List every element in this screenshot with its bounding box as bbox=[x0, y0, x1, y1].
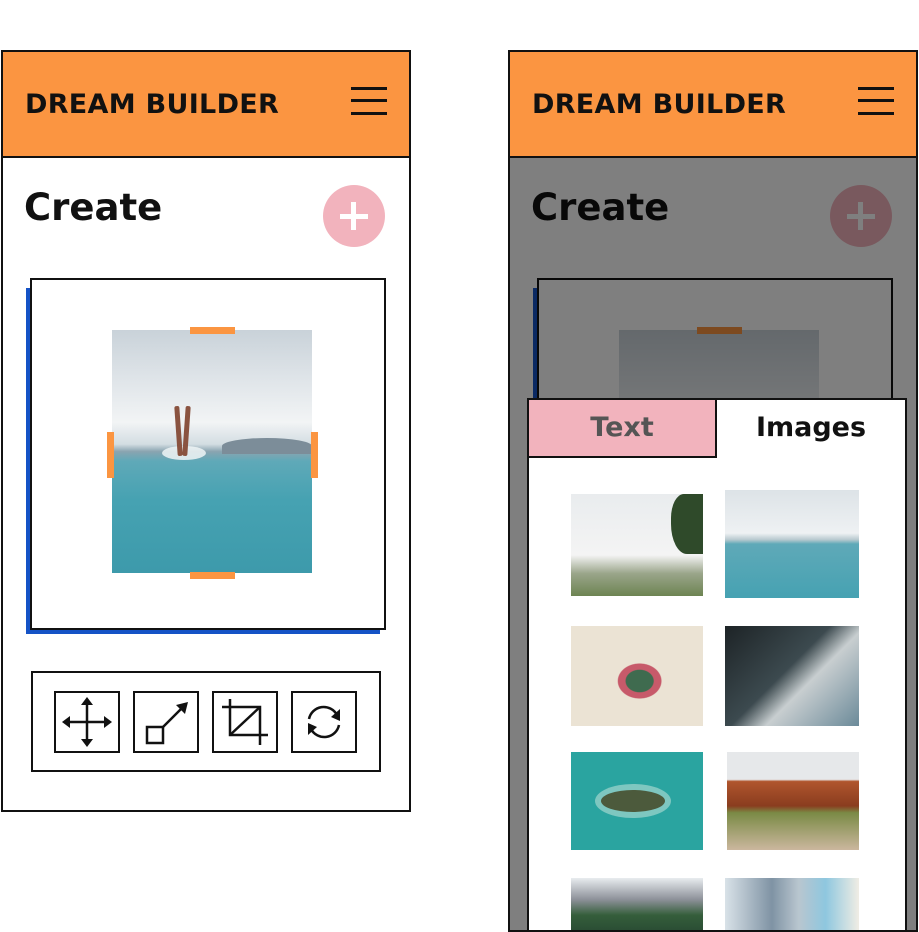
image-picker-screen: DREAM BUILDER Create Text Images bbox=[508, 50, 918, 932]
image-thumb-island[interactable] bbox=[571, 752, 703, 850]
tab-text[interactable]: Text bbox=[529, 400, 717, 458]
menu-icon[interactable] bbox=[858, 87, 894, 117]
crop-handle-right[interactable] bbox=[311, 432, 318, 478]
canvas-photo[interactable] bbox=[112, 330, 312, 573]
app-header: DREAM BUILDER bbox=[510, 52, 916, 158]
app-header: DREAM BUILDER bbox=[3, 52, 409, 158]
image-thumb-coastal-city[interactable] bbox=[725, 878, 859, 930]
image-thumb-white-house[interactable] bbox=[571, 494, 703, 596]
move-tool-button[interactable] bbox=[54, 691, 120, 753]
tab-images[interactable]: Images bbox=[717, 400, 905, 456]
resize-diagonal-icon bbox=[145, 702, 188, 745]
image-thumb-swimmer[interactable] bbox=[725, 490, 859, 598]
menu-icon[interactable] bbox=[351, 87, 387, 117]
rotate-tool-button[interactable] bbox=[291, 691, 357, 753]
app-brand: DREAM BUILDER bbox=[532, 89, 787, 120]
crop-handle-bottom[interactable] bbox=[190, 572, 235, 579]
add-button[interactable] bbox=[323, 185, 385, 247]
insert-panel: Text Images bbox=[527, 398, 907, 930]
image-thumb-mountain-lake[interactable] bbox=[571, 878, 703, 930]
move-arrows-icon bbox=[62, 697, 112, 747]
crop-handle-top[interactable] bbox=[190, 327, 235, 334]
crop-tool-button[interactable] bbox=[212, 691, 278, 753]
editor-screen: DREAM BUILDER Create bbox=[1, 50, 411, 812]
app-brand: DREAM BUILDER bbox=[25, 89, 280, 120]
resize-tool-button[interactable] bbox=[133, 691, 199, 753]
image-thumb-glass-building[interactable] bbox=[725, 626, 859, 726]
image-thumb-tree-avenue[interactable] bbox=[727, 752, 859, 850]
crop-icon bbox=[222, 699, 268, 745]
edit-toolbar bbox=[31, 671, 381, 772]
rotate-refresh-icon bbox=[307, 705, 341, 739]
page-title: Create bbox=[24, 186, 163, 229]
image-thumb-cactus[interactable] bbox=[571, 626, 703, 726]
crop-handle-left[interactable] bbox=[107, 432, 114, 478]
